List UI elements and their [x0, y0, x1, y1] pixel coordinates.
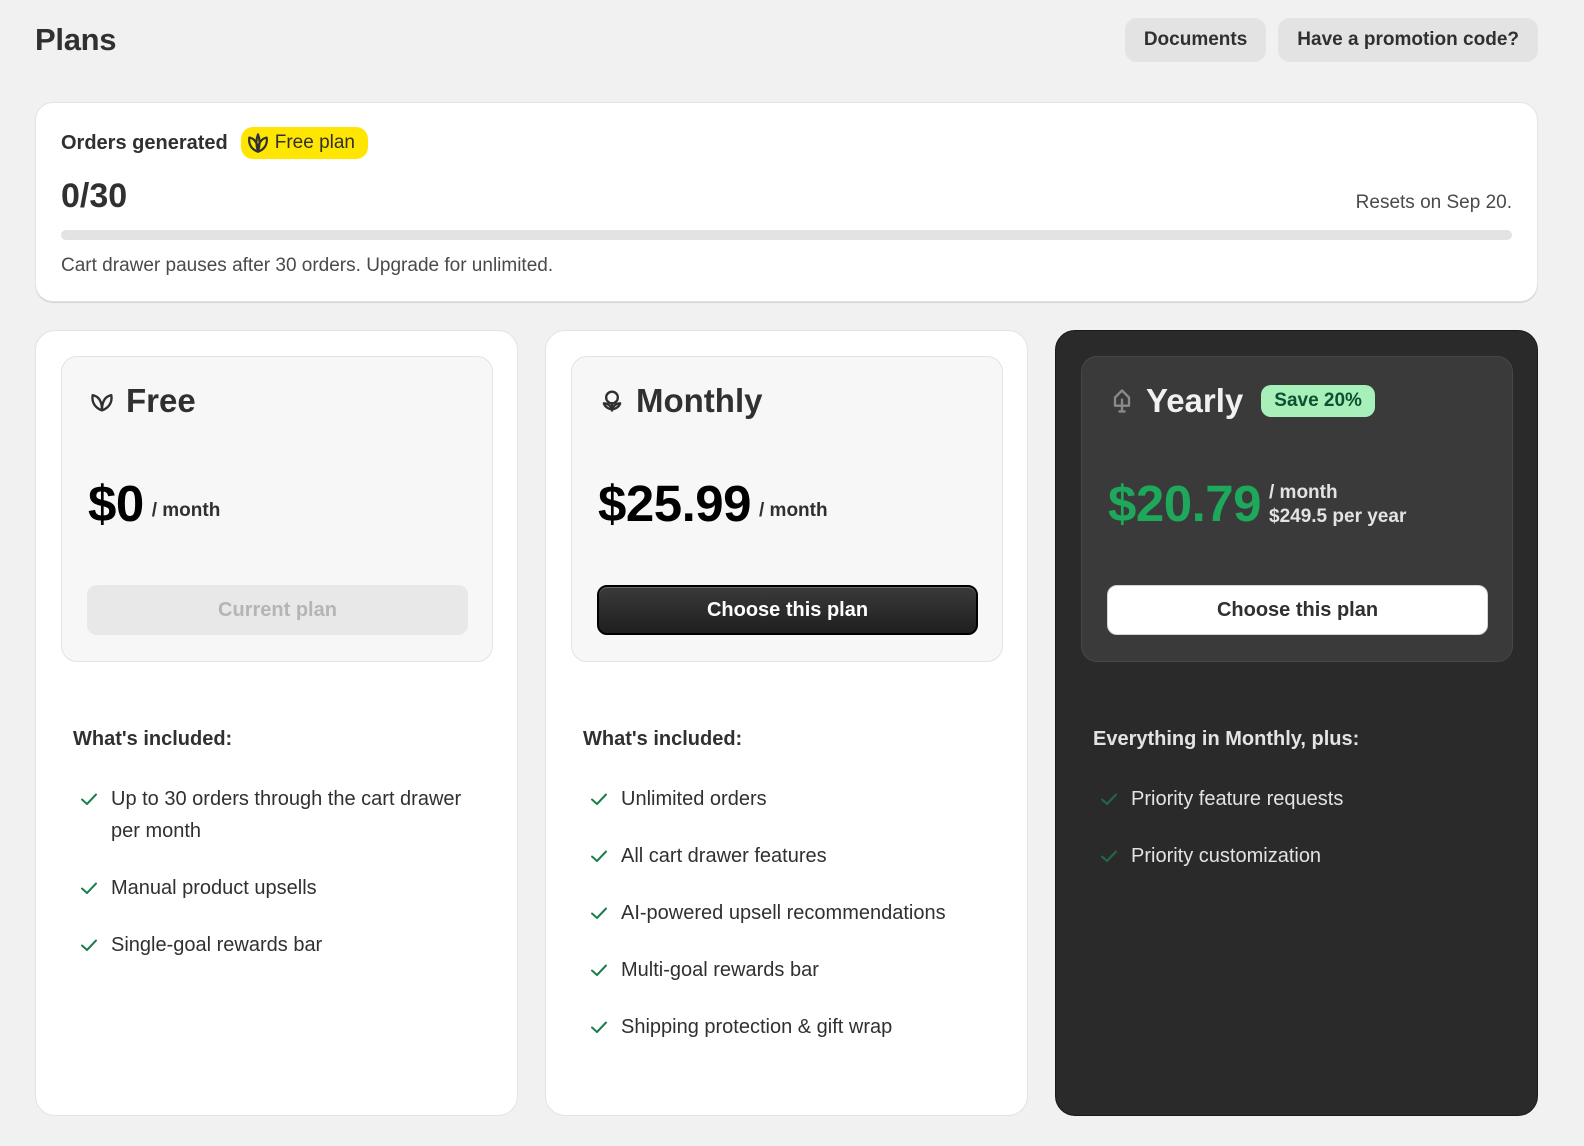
features-title: Everything in Monthly, plus: — [1093, 728, 1360, 750]
feature-item: Priority feature requests — [1099, 783, 1509, 815]
usage-note: Cart drawer pauses after 30 orders. Upgr… — [61, 255, 554, 276]
check-icon — [589, 840, 609, 872]
feature-list: Priority feature requests Priority custo… — [1099, 783, 1509, 897]
feature-item: Manual product upsells — [79, 872, 489, 904]
feature-item: AI-powered upsell recommendations — [589, 897, 999, 929]
current-plan-button: Current plan — [87, 585, 468, 635]
feature-list: Unlimited orders All cart drawer feature… — [589, 783, 999, 1068]
check-icon — [79, 929, 99, 961]
check-icon — [589, 1011, 609, 1043]
price-unit: / month — [151, 500, 221, 521]
usage-count: 0/30 — [61, 177, 128, 215]
plan-name-row: Free — [88, 381, 196, 421]
feature-text: Multi-goal rewards bar — [621, 959, 819, 981]
header-actions: Documents Have a promotion code? — [1124, 18, 1538, 62]
plan-price: $0 — [88, 475, 144, 532]
usage-reset-date: Resets on Sep 20. — [1355, 192, 1512, 213]
price-row: $0 / month — [88, 475, 220, 533]
plan-name-row: Monthly — [598, 381, 762, 421]
usage-header: Orders generated Free plan — [61, 127, 369, 159]
plan-badge-label: Free plan — [274, 132, 356, 153]
usage-progress-bar — [61, 230, 1512, 240]
feature-list: Up to 30 orders through the cart drawer … — [79, 783, 489, 986]
price-unit-monthly: / month — [1269, 482, 1338, 503]
feature-text: Manual product upsells — [111, 877, 317, 899]
orders-usage-card: Orders generated Free plan 0/30 Resets o… — [35, 102, 1538, 302]
check-icon — [589, 954, 609, 986]
price-row: $25.99 / month — [598, 475, 828, 533]
plan-price: $25.99 — [598, 475, 752, 532]
check-icon — [79, 783, 99, 815]
plan-price: $20.79 — [1108, 475, 1262, 532]
feature-text: Priority feature requests — [1131, 788, 1344, 810]
price-unit: / month — [759, 500, 828, 521]
plan-summary-yearly: Yearly Save 20% $20.79 / month $249.5 pe… — [1081, 356, 1513, 662]
plan-summary-free: Free $0 / month Current plan — [61, 356, 493, 662]
documents-button[interactable]: Documents — [1124, 18, 1267, 62]
feature-text: Single-goal rewards bar — [111, 934, 323, 956]
feature-text: AI-powered upsell recommendations — [621, 902, 946, 924]
check-icon — [589, 783, 609, 815]
feature-item: Priority customization — [1099, 840, 1509, 872]
plan-card-monthly: Monthly $25.99 / month Choose this plan … — [545, 330, 1028, 1116]
plan-summary-monthly: Monthly $25.99 / month Choose this plan — [571, 356, 1003, 662]
tree-icon — [1113, 389, 1131, 413]
plan-name: Free — [126, 382, 196, 419]
page-header: Plans Documents Have a promotion code? — [35, 18, 1538, 62]
feature-text: Up to 30 orders through the cart drawer … — [111, 788, 462, 842]
save-badge: Save 20% — [1261, 385, 1375, 417]
feature-item: Shipping protection & gift wrap — [589, 1011, 999, 1043]
feature-text: All cart drawer features — [621, 845, 827, 867]
check-icon — [589, 897, 609, 929]
check-icon — [1099, 783, 1119, 815]
free-plan-badge: Free plan — [240, 127, 369, 159]
price-row: $20.79 / month $249.5 per year — [1108, 475, 1406, 533]
features-title: What's included: — [73, 728, 233, 750]
feature-text: Shipping protection & gift wrap — [621, 1016, 893, 1038]
features-title: What's included: — [583, 728, 743, 750]
leaf-icon — [91, 394, 113, 412]
feature-item: All cart drawer features — [589, 840, 999, 872]
feature-item: Single-goal rewards bar — [79, 929, 489, 961]
promotion-code-button[interactable]: Have a promotion code? — [1278, 18, 1538, 62]
choose-yearly-plan-button[interactable]: Choose this plan — [1107, 585, 1488, 635]
check-icon — [79, 872, 99, 904]
price-unit-yearly: $249.5 per year — [1269, 506, 1407, 527]
feature-item: Multi-goal rewards bar — [589, 954, 999, 986]
plan-name: Monthly — [636, 382, 763, 419]
plan-name-row: Yearly Save 20% — [1108, 381, 1375, 421]
feature-item: Up to 30 orders through the cart drawer … — [79, 783, 489, 847]
price-unit: / month $249.5 per year — [1269, 481, 1406, 533]
page-title: Plans — [35, 22, 117, 57]
flower-icon — [602, 390, 622, 412]
leaf-icon — [247, 133, 268, 153]
feature-text: Priority customization — [1131, 845, 1322, 867]
plan-name: Yearly — [1146, 382, 1244, 419]
feature-text: Unlimited orders — [621, 788, 767, 810]
plan-card-free: Free $0 / month Current plan What's incl… — [35, 330, 518, 1116]
usage-label: Orders generated — [61, 131, 228, 154]
plans-page: Plans Documents Have a promotion code? O… — [0, 0, 1584, 1146]
plan-card-yearly: Yearly Save 20% $20.79 / month $249.5 pe… — [1055, 330, 1538, 1116]
check-icon — [1099, 840, 1119, 872]
choose-monthly-plan-button[interactable]: Choose this plan — [597, 585, 978, 635]
feature-item: Unlimited orders — [589, 783, 999, 815]
